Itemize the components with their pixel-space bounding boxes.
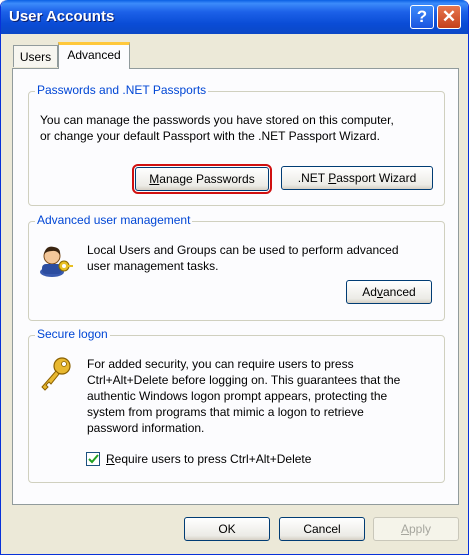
ok-button[interactable]: OK xyxy=(184,517,270,541)
advanced-label-rest: anced xyxy=(382,284,416,299)
manage-passwords-button[interactable]: Manage Passwords xyxy=(132,164,272,194)
key-icon xyxy=(41,357,71,391)
advanced-label-prefix: Ad xyxy=(362,284,377,299)
passwords-group-title: Passwords and .NET Passports xyxy=(35,83,209,97)
secure-description-line4: system from programs that mimic a logon … xyxy=(87,405,364,419)
help-icon: ? xyxy=(416,7,428,26)
apply-mnemonic: A xyxy=(400,521,409,536)
checkbox-label-rest: equire users to press Ctrl+Alt+Delete xyxy=(114,452,312,466)
secure-description-line2: Ctrl+Alt+Delete before logging on. This … xyxy=(87,373,401,387)
advanced-button[interactable]: Advanced xyxy=(346,280,432,304)
advanced-tab-panel: Passwords and .NET Passports You can man… xyxy=(12,68,459,505)
passwords-description-line1: You can manage the passwords you have st… xyxy=(40,113,394,127)
tab-advanced[interactable]: Advanced xyxy=(58,42,130,69)
advanced-description-line2: user management tasks. xyxy=(87,259,219,273)
require-ctrl-alt-delete-label[interactable]: Require users to press Ctrl+Alt+Delete xyxy=(106,451,311,467)
cancel-button[interactable]: Cancel xyxy=(279,517,365,541)
users-key-icon xyxy=(40,246,73,277)
tab-users-label: Users xyxy=(19,50,52,64)
checkbox-mnemonic: R xyxy=(106,452,115,466)
apply-label-rest: pply xyxy=(409,521,432,536)
wizard-label-rest: assport Wizard xyxy=(336,170,417,185)
window-title: User Accounts xyxy=(9,8,115,25)
checkmark-icon xyxy=(87,453,99,463)
secure-logon-group: Secure logon For added security, you can… xyxy=(28,327,445,483)
help-button[interactable]: ? xyxy=(410,5,434,29)
secure-logon-title: Secure logon xyxy=(35,327,110,341)
close-button[interactable]: ✕ xyxy=(437,5,461,29)
tab-users[interactable]: Users xyxy=(13,45,58,67)
passwords-description-line2: or change your default Passport with the… xyxy=(40,129,380,143)
secure-description-line5: password information. xyxy=(87,421,205,435)
secure-description-line1: For added security, you can require user… xyxy=(87,357,354,371)
user-accounts-window: User Accounts ? ✕ Users Advanced Passwor… xyxy=(0,0,469,555)
close-icon: ✕ xyxy=(441,7,457,26)
net-passport-wizard-button[interactable]: .NET Passport Wizard xyxy=(281,166,433,190)
manage-passwords-mnemonic: M xyxy=(149,171,160,186)
advanced-group-title: Advanced user management xyxy=(35,213,193,227)
require-ctrl-alt-delete-checkbox[interactable] xyxy=(86,452,100,466)
apply-button[interactable]: Apply xyxy=(373,517,459,541)
advanced-user-management-group: Advanced user management Local Users and… xyxy=(28,213,445,321)
advanced-description-line1: Local Users and Groups can be used to pe… xyxy=(87,243,399,257)
title-bar[interactable]: User Accounts ? ✕ xyxy=(1,0,468,34)
manage-passwords-label-rest: anage Passwords xyxy=(159,171,255,186)
secure-description-line3: authentic Windows logon prompt appears, … xyxy=(87,389,388,403)
wizard-label-prefix: .NET xyxy=(297,170,329,185)
passwords-group: Passwords and .NET Passports You can man… xyxy=(28,83,445,206)
tab-advanced-label: Advanced xyxy=(67,48,121,62)
